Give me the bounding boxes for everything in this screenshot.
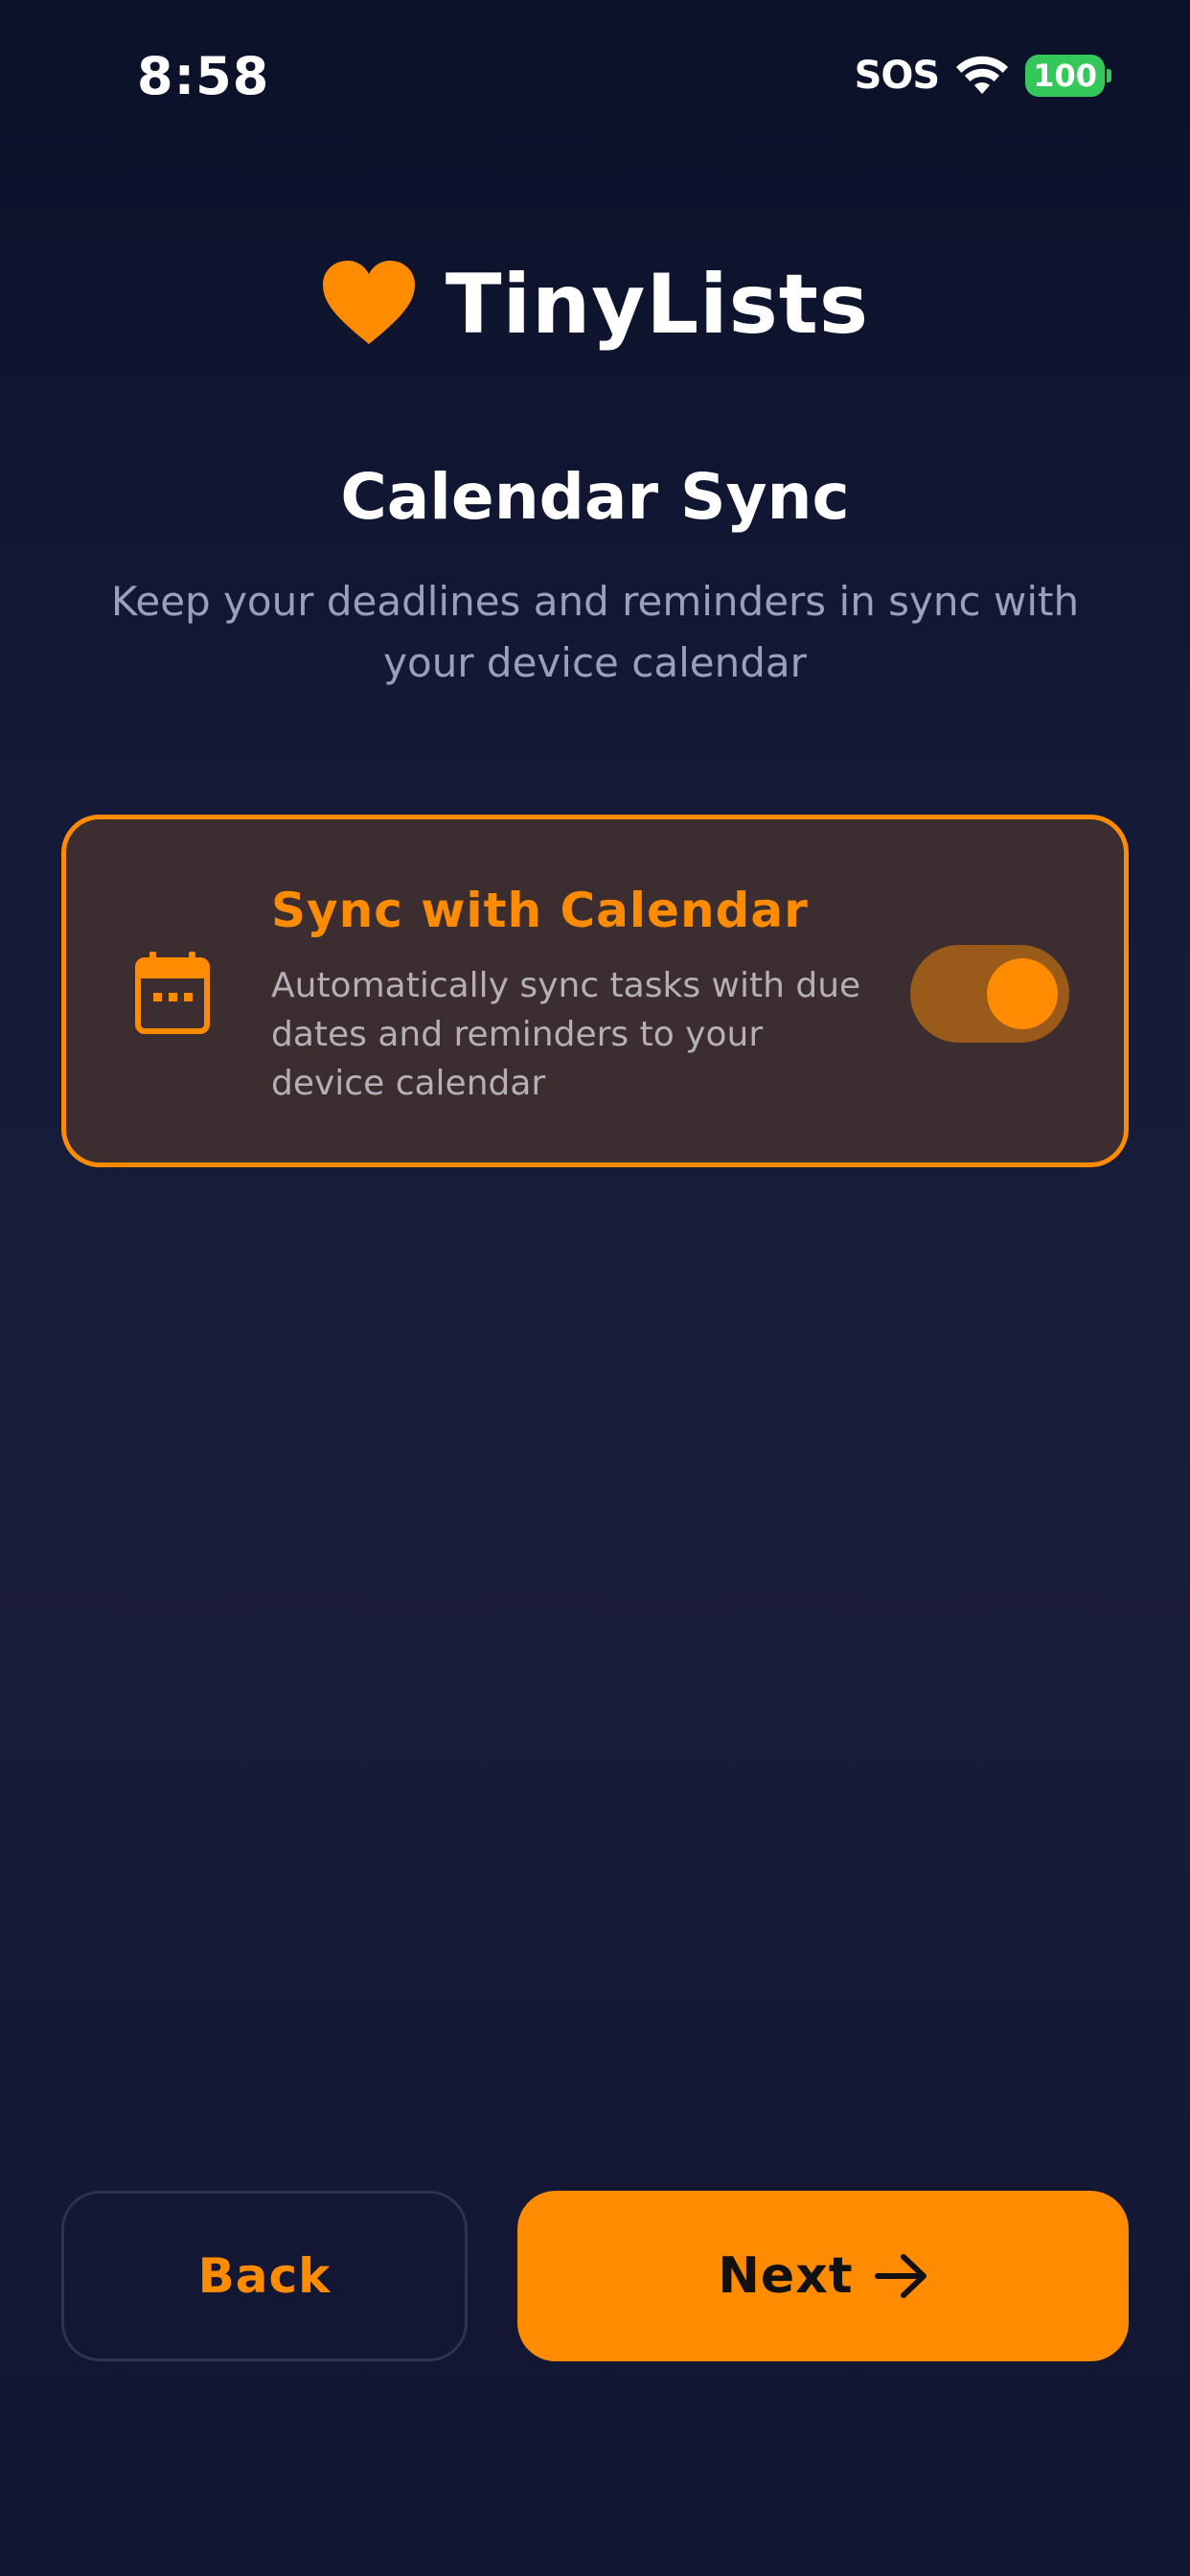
sync-card-description: Automatically sync tasks with due dates … (271, 966, 861, 1103)
heart-icon (321, 260, 417, 350)
sos-indicator: SOS (854, 54, 941, 98)
calendar-sync-card[interactable]: Sync with Calendar Automatically sync ta… (61, 815, 1129, 1167)
calendar-sync-toggle[interactable] (910, 945, 1069, 1043)
status-time: 8:58 (137, 46, 270, 106)
sync-card-title: Sync with Calendar (271, 883, 809, 938)
page-subtitle: Keep your deadlines and reminders in syn… (110, 578, 1080, 686)
battery-tip (1107, 69, 1111, 82)
next-button-label: Next (718, 2247, 854, 2305)
app-brand: TinyLists (0, 257, 1190, 353)
next-button[interactable]: Next (517, 2191, 1129, 2361)
toggle-knob (987, 958, 1058, 1029)
page-title: Calendar Sync (340, 460, 850, 534)
back-button[interactable]: Back (61, 2191, 468, 2361)
battery-level: 100 (1025, 55, 1105, 97)
status-indicators: SOS 100 (855, 54, 1111, 98)
status-bar: 8:58 SOS 100 (0, 0, 1190, 153)
battery-indicator: 100 (1025, 55, 1111, 97)
arrow-right-icon (874, 2252, 928, 2300)
calendar-icon (135, 952, 210, 1038)
app-name: TinyLists (445, 257, 870, 353)
wifi-icon (956, 56, 1009, 96)
